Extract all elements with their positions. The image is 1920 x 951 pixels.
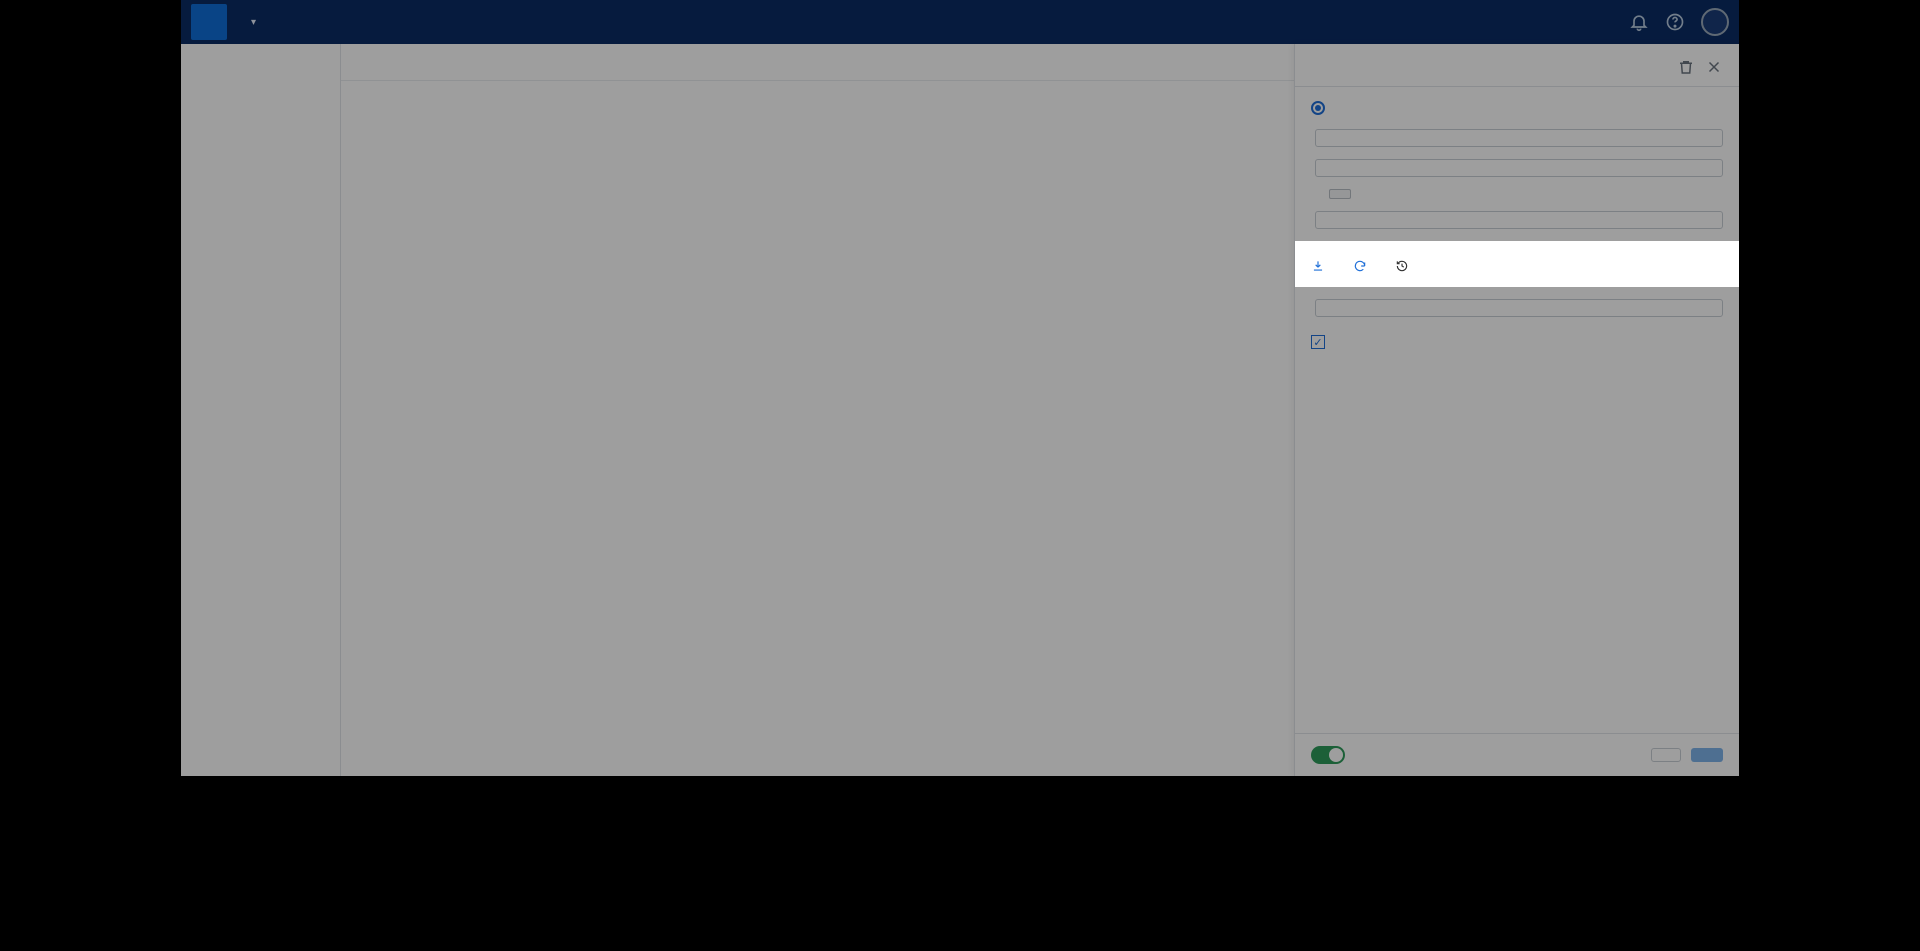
sidebar-title [187, 56, 334, 76]
anaplan-cert-card [1295, 241, 1739, 287]
signed-checkbox-row[interactable]: ✓ [1311, 335, 1723, 349]
signout-url-input[interactable] [1315, 159, 1723, 177]
history-icon [1395, 259, 1409, 273]
download-icon [1311, 259, 1325, 273]
choose-file-button[interactable] [1329, 189, 1351, 199]
cert-expiry [1395, 259, 1415, 273]
app-logo[interactable] [191, 4, 227, 40]
cancel-button[interactable] [1651, 748, 1681, 762]
topbar: ▾ [181, 0, 1739, 44]
chevron-down-icon: ▾ [251, 17, 256, 28]
trash-icon[interactable] [1677, 58, 1695, 76]
sp-metadata-input[interactable] [1315, 211, 1723, 229]
close-icon[interactable] [1705, 58, 1723, 76]
signin-url-input[interactable] [1315, 129, 1723, 147]
enabled-toggle[interactable] [1311, 746, 1345, 764]
bell-icon[interactable] [1629, 12, 1649, 32]
avatar[interactable] [1701, 8, 1729, 36]
rotate-cert-link[interactable] [1353, 259, 1373, 273]
checkbox-icon: ✓ [1311, 335, 1325, 349]
radio-selected-icon [1311, 101, 1325, 115]
download-cert-link[interactable] [1311, 259, 1331, 273]
help-icon[interactable] [1665, 12, 1685, 32]
detail-panel: ✓ [1294, 44, 1739, 776]
manual-entry-radio[interactable] [1311, 101, 1723, 115]
save-button[interactable] [1691, 748, 1723, 762]
topnav-administration[interactable]: ▾ [245, 17, 256, 28]
sidebar [181, 44, 341, 776]
rotate-icon [1353, 259, 1367, 273]
sp-signout-input[interactable] [1315, 299, 1723, 317]
